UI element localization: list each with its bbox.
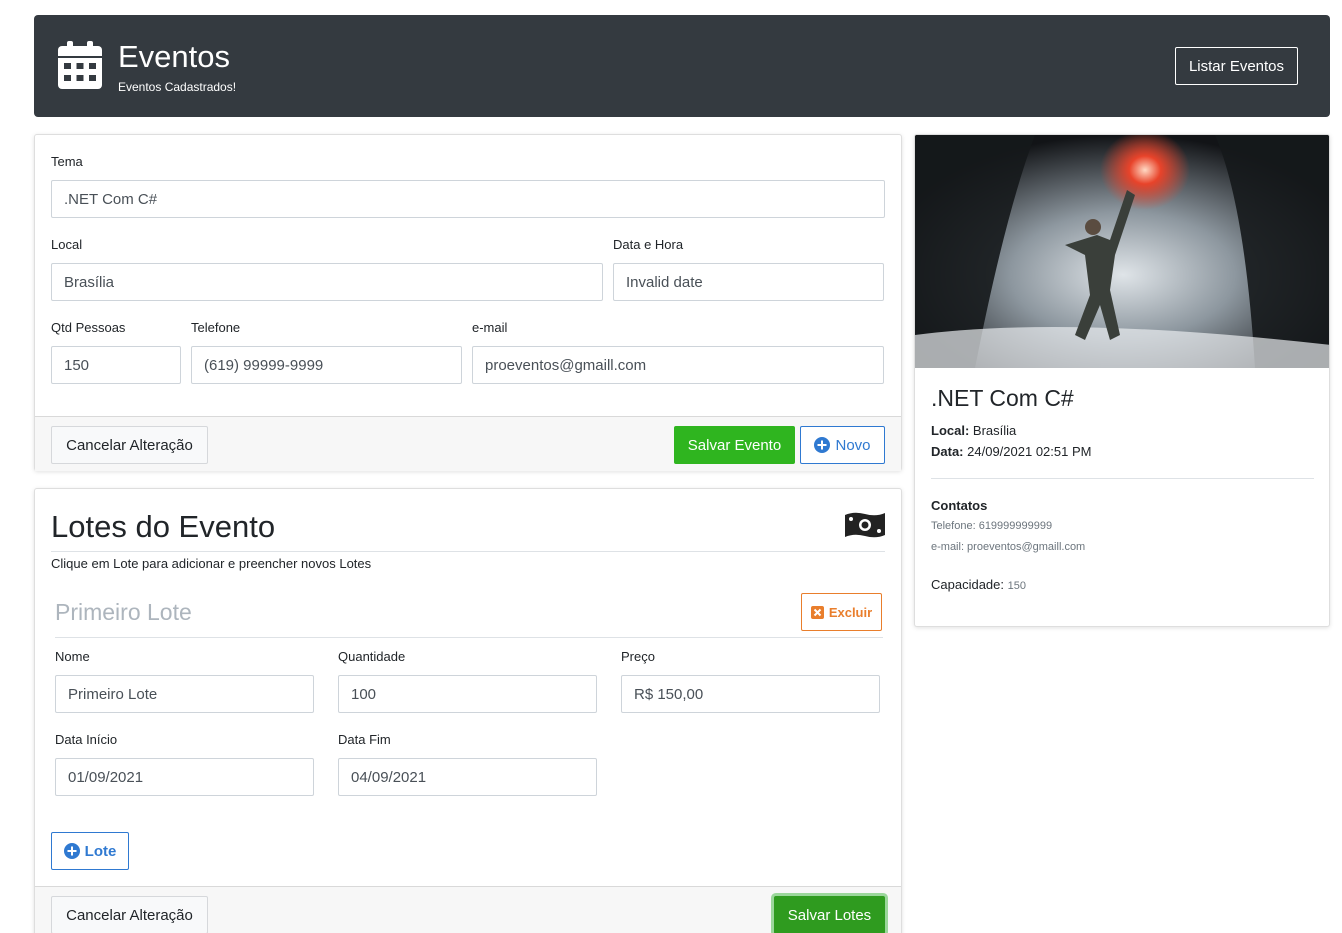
lotes-card: Lotes do Evento Clique em Lote para adic…	[34, 488, 902, 933]
preview-data-label: Data:	[931, 444, 964, 459]
qtd-pessoas-label: Qtd Pessoas	[51, 320, 126, 335]
page-subtitle: Eventos Cadastrados!	[118, 80, 237, 94]
qtd-pessoas-input[interactable]: 150	[51, 346, 181, 384]
lote-preco-label: Preço	[621, 649, 655, 664]
preview-divider	[931, 478, 1314, 479]
lotes-divider	[51, 551, 885, 552]
preview-local: Local: Brasília	[931, 423, 1016, 438]
preview-telefone: Telefone: 619999999999	[931, 520, 1053, 532]
page-title: Eventos	[118, 39, 231, 74]
cancel-lotes-button[interactable]: Cancelar Alteração	[51, 896, 208, 933]
preview-capacidade-value: 150	[1007, 580, 1026, 592]
lote-fim-input[interactable]: 04/09/2021	[338, 758, 597, 796]
add-lote-button[interactable]: Lote	[51, 832, 129, 870]
tema-label: Tema	[51, 154, 83, 169]
lote-nome-label: Nome	[55, 649, 90, 664]
telefone-input[interactable]: (619) 99999-9999	[191, 346, 462, 384]
lote-quantidade-input[interactable]: 100	[338, 675, 597, 713]
event-preview-card: .NET Com C# Local: Brasília Data: 24/09/…	[914, 134, 1330, 627]
add-lote-label: Lote	[84, 842, 117, 860]
money-bill-icon	[845, 512, 885, 538]
preview-data-value: 24/09/2021 02:51 PM	[967, 444, 1092, 459]
tema-input[interactable]: .NET Com C#	[51, 180, 885, 218]
cancel-event-button[interactable]: Cancelar Alteração	[51, 426, 208, 464]
email-label: e-mail	[472, 320, 508, 335]
page-header: Eventos Eventos Cadastrados! Listar Even…	[34, 15, 1330, 117]
delete-lote-label: Excluir	[828, 604, 873, 620]
preview-email: e-mail: proeventos@gmaill.com	[931, 541, 1086, 553]
preview-title: .NET Com C#	[931, 385, 1074, 411]
lote-heading: Primeiro Lote	[55, 599, 192, 625]
telefone-label: Telefone	[191, 320, 241, 335]
data-hora-input[interactable]: Invalid date	[613, 263, 884, 301]
preview-data: Data: 24/09/2021 02:51 PM	[931, 444, 1091, 459]
lotes-title: Lotes do Evento	[51, 509, 276, 544]
delete-lote-button[interactable]: Excluir	[801, 593, 882, 631]
lote-divider	[55, 637, 883, 638]
preview-capacidade-label: Capacidade:	[931, 577, 1004, 592]
lote-preco-input[interactable]: R$ 150,00	[621, 675, 880, 713]
local-label: Local	[51, 237, 83, 252]
lote-quantidade-label: Quantidade	[338, 649, 406, 664]
preview-capacidade: Capacidade: 150	[931, 577, 1026, 592]
local-input[interactable]: Brasília	[51, 263, 603, 301]
plus-circle-icon	[63, 843, 80, 859]
calendar-icon	[58, 41, 102, 89]
list-events-button[interactable]: Listar Eventos	[1175, 47, 1298, 85]
lote-inicio-input[interactable]: 01/09/2021	[55, 758, 314, 796]
new-event-button[interactable]: Novo	[800, 426, 885, 464]
new-event-label: Novo	[835, 436, 871, 454]
data-hora-label: Data e Hora	[613, 237, 684, 252]
lotes-hint: Clique em Lote para adicionar e preenche…	[51, 556, 372, 571]
event-form-footer: Cancelar Alteração Salvar Evento Novo	[35, 416, 901, 471]
preview-local-label: Local:	[931, 423, 970, 438]
lotes-footer: Cancelar Alteração Salvar Lotes	[35, 886, 901, 933]
preview-contatos-heading: Contatos	[931, 498, 988, 513]
close-square-icon	[810, 605, 824, 619]
lote-fim-label: Data Fim	[338, 732, 391, 747]
save-event-button[interactable]: Salvar Evento	[674, 426, 795, 464]
preview-local-value: Brasília	[972, 423, 1017, 438]
plus-circle-icon	[814, 437, 831, 453]
event-image[interactable]	[915, 135, 1330, 368]
lote-inicio-label: Data Início	[55, 732, 118, 747]
save-lotes-button[interactable]: Salvar Lotes	[774, 896, 885, 933]
lote-nome-input[interactable]: Primeiro Lote	[55, 675, 314, 713]
event-form-card: Tema .NET Com C# Local Brasília Data e H…	[34, 134, 902, 471]
email-input[interactable]: proeventos@gmaill.com	[472, 346, 884, 384]
